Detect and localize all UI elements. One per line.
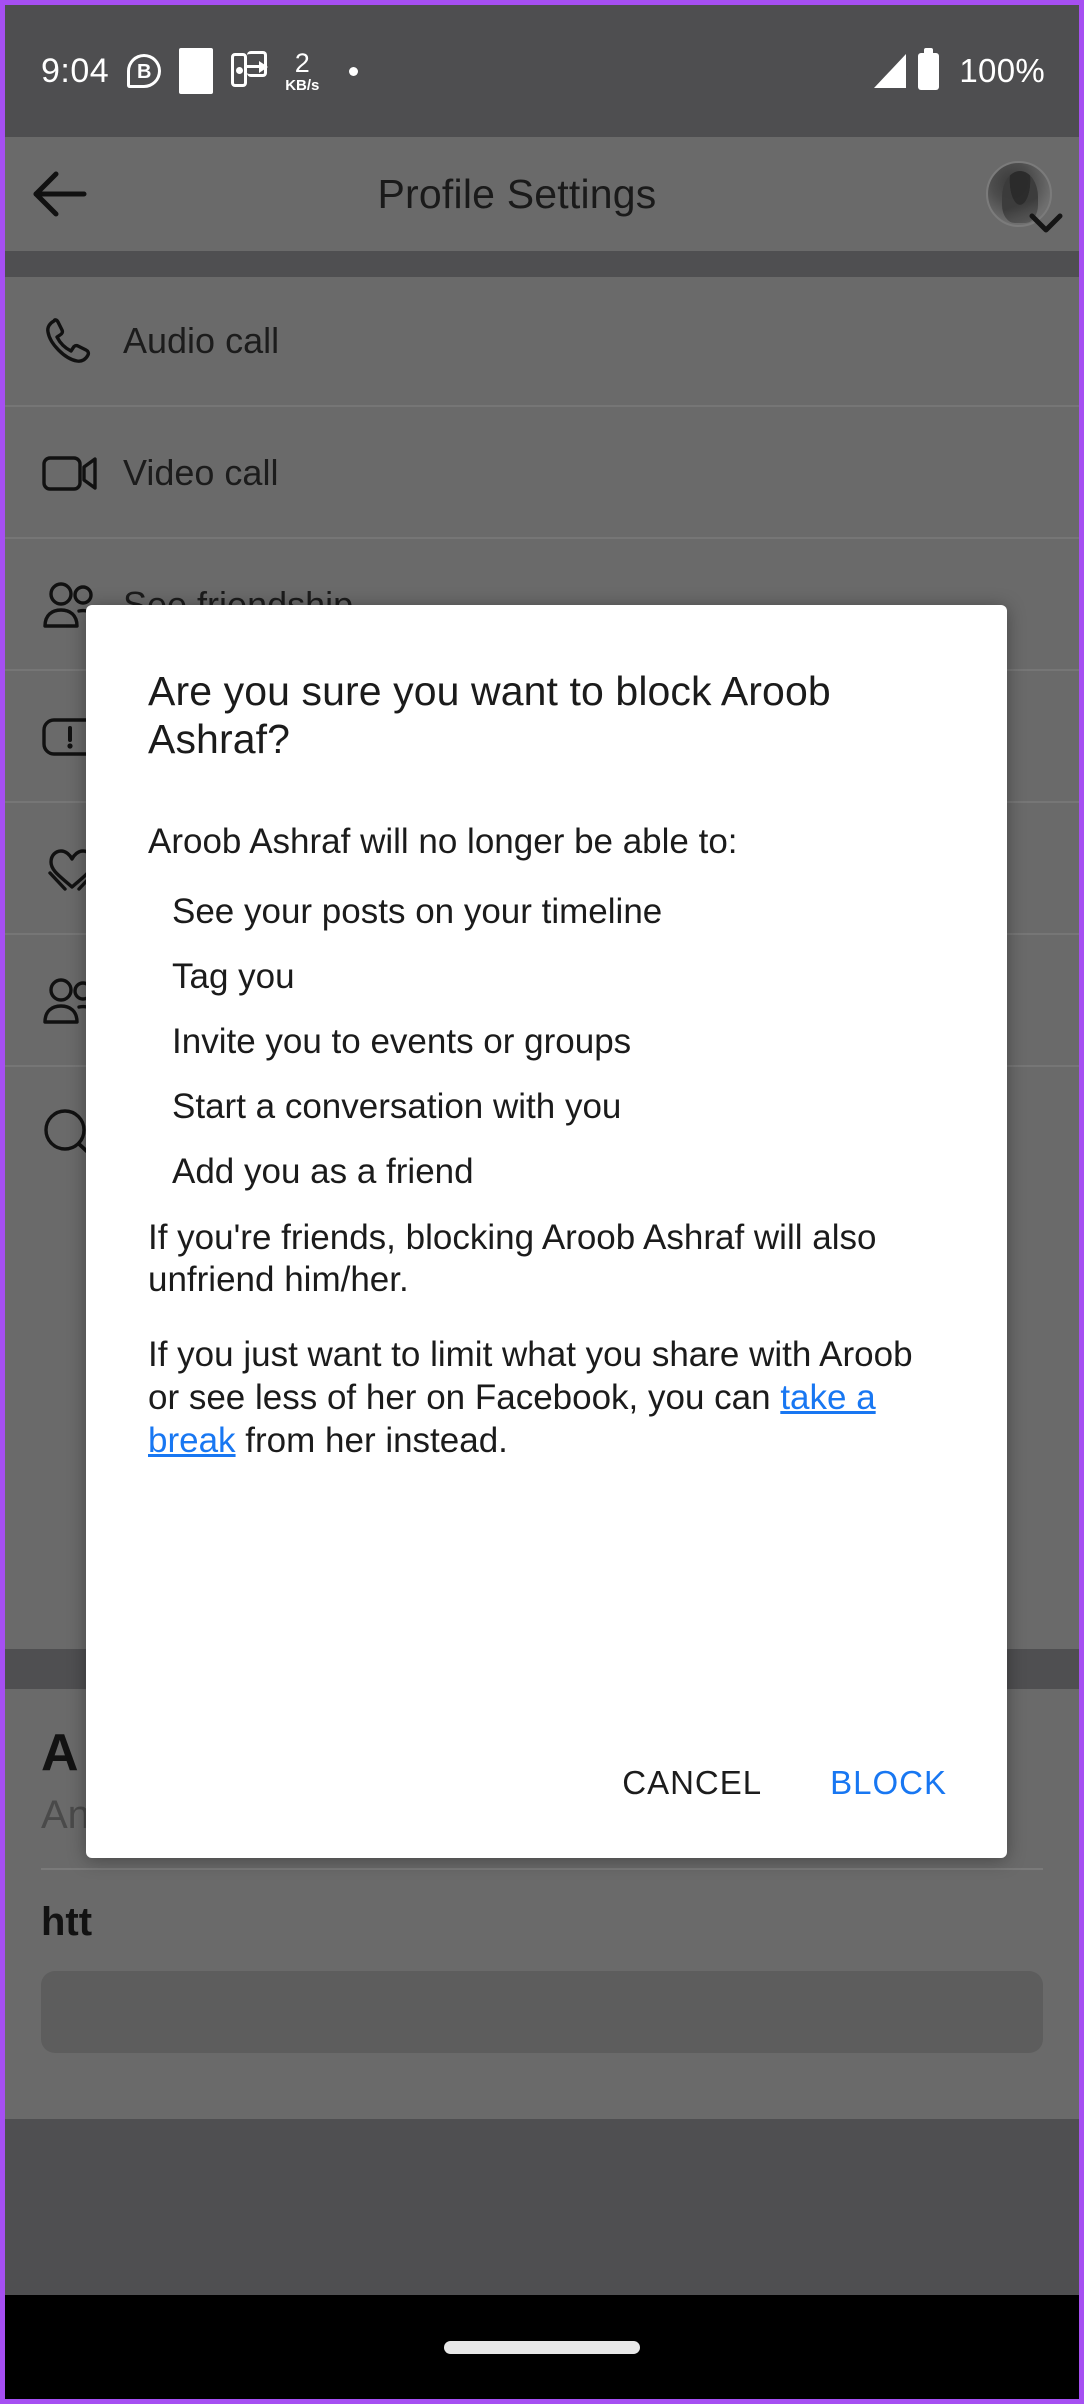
list-item-label: Audio call (123, 320, 280, 361)
list-item: Add you as a friend (172, 1151, 474, 1191)
list-item: Tag you (172, 956, 295, 996)
list-item[interactable]: Video call (5, 409, 1079, 539)
dialog-title: Are you sure you want to block Aroob Ash… (148, 668, 831, 763)
blocked-capabilities-list: See your posts on your timeline Tag you … (148, 892, 945, 1192)
battery-percent: 100% (959, 52, 1045, 89)
data-speed-value: 2 (294, 47, 310, 78)
phone-screen: 9:04 B 2 KB/s 100% Profile Settings Audi… (0, 0, 1084, 2404)
status-bar: 9:04 B 2 KB/s 100% (5, 5, 1079, 137)
dialog-body: Aroob Ashraf will no longer be able to: … (86, 822, 1007, 1462)
app-bar: Profile Settings (5, 137, 1079, 251)
take-break-text-after: from her instead. (235, 1420, 508, 1460)
block-button[interactable]: BLOCK (820, 1748, 957, 1818)
video-camera-icon (41, 450, 123, 496)
dialog-unfriend-note: If you're friends, blocking Aroob Ashraf… (148, 1217, 877, 1300)
list-item-label: Video call (123, 452, 279, 493)
location-icon (826, 54, 862, 88)
bluetooth-b-icon: B (127, 54, 162, 88)
page-title: Profile Settings (377, 170, 657, 217)
list-item: Invite you to events or groups (172, 1021, 632, 1061)
status-bar-right: 100% (826, 47, 1045, 90)
dialog-intro-text: Aroob Ashraf will no longer be able to: (148, 821, 738, 861)
home-indicator[interactable] (444, 2340, 640, 2354)
list-item: See your posts on your timeline (172, 891, 663, 931)
data-speed-unit: KB/s (285, 76, 320, 94)
signal-icon (874, 54, 907, 88)
background-card-url: htt (41, 1900, 93, 1944)
list-item[interactable]: Audio call (5, 277, 1079, 407)
cancel-button[interactable]: CANCEL (612, 1748, 772, 1818)
block-confirmation-dialog: Are you sure you want to block Aroob Ash… (86, 605, 1007, 1858)
status-time: 9:04 (41, 51, 110, 90)
status-bar-left: 9:04 B 2 KB/s (41, 47, 359, 94)
phone-icon (41, 314, 123, 368)
list-item: Start a conversation with you (172, 1086, 622, 1126)
scroll-gap-top (5, 251, 1079, 277)
dialog-take-break-note: If you just want to limit what you share… (148, 1334, 945, 1462)
white-square-icon (179, 48, 214, 94)
data-speed-icon: 2 KB/s (285, 47, 320, 94)
dot-icon (349, 66, 359, 76)
battery-icon (918, 47, 940, 90)
background-card-button[interactable] (41, 1971, 1043, 2053)
chevron-down-icon (1029, 213, 1063, 233)
system-navigation-bar (5, 2295, 1079, 2399)
dialog-actions: CANCEL BLOCK (86, 1708, 1007, 1858)
avatar[interactable] (959, 137, 1079, 251)
cast-screen-icon (231, 51, 269, 91)
